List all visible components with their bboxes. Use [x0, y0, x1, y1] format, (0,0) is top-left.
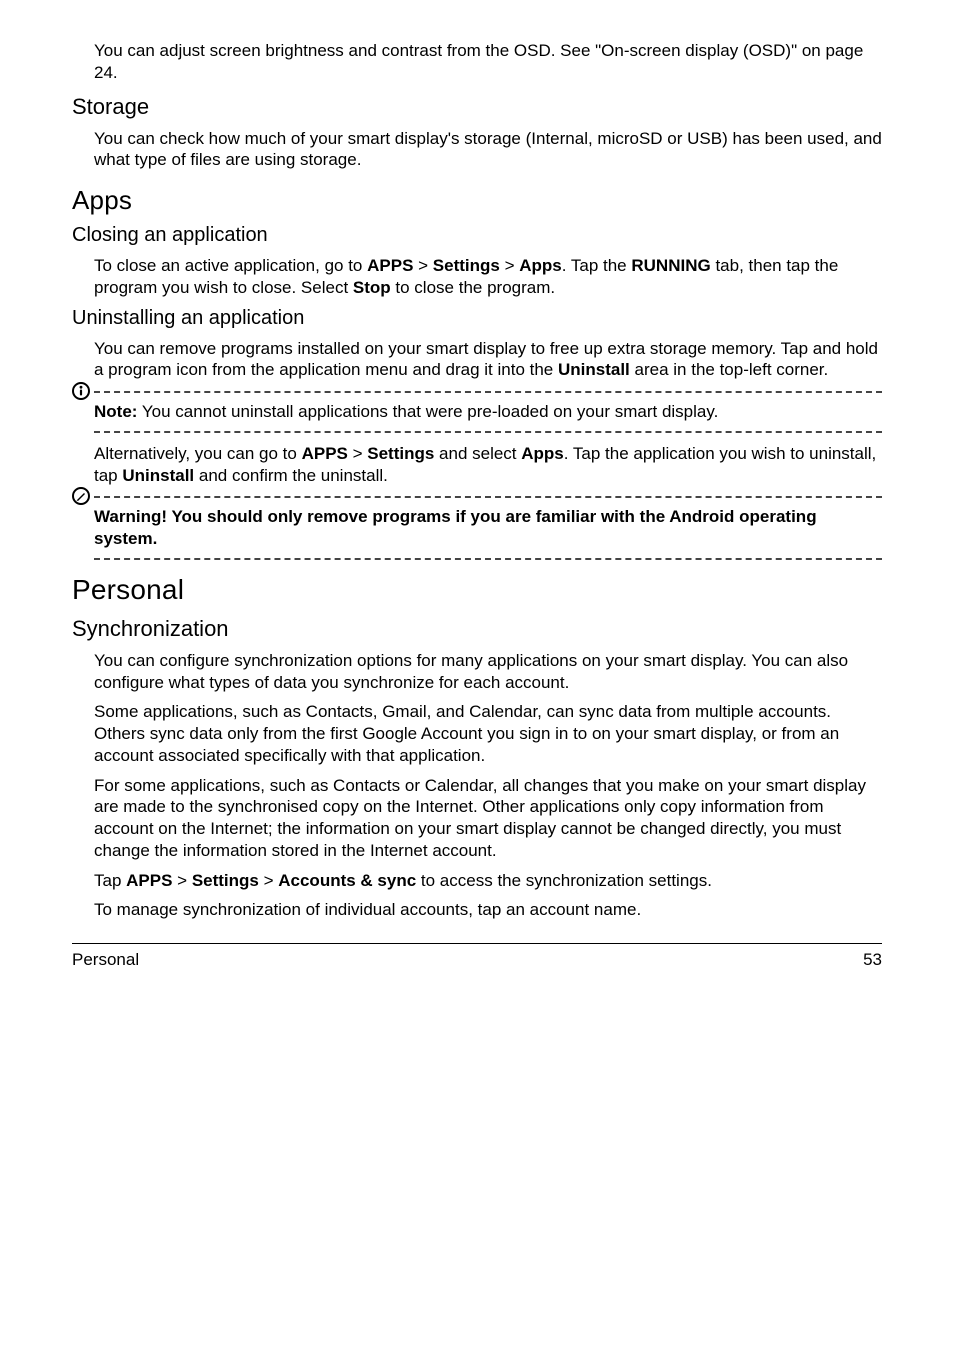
uninstall-paragraph2: Alternatively, you can go to APPS > Sett… [94, 443, 882, 487]
text-span: area in the top-left corner. [630, 360, 828, 379]
note-info-icon [72, 382, 90, 400]
bold-apps2: Apps [521, 444, 564, 463]
bold-running: RUNNING [631, 256, 710, 275]
closing-app-paragraph: To close an active application, go to AP… [94, 255, 882, 299]
bold-settings: Settings [367, 444, 434, 463]
storage-heading: Storage [72, 94, 882, 120]
storage-paragraph: You can check how much of your smart dis… [94, 128, 882, 172]
dashed-rule [94, 496, 882, 498]
text-span: and confirm the uninstall. [194, 466, 388, 485]
sync-p4: Tap APPS > Settings > Accounts & sync to… [94, 870, 882, 892]
dashed-rule [94, 558, 882, 560]
warning-callout: Warning! You should only remove programs… [72, 496, 882, 560]
bold-apps: APPS [126, 871, 172, 890]
text-span: . Tap the [562, 256, 632, 275]
dashed-rule [94, 391, 882, 393]
bold-warning: Warning! You should only remove programs… [94, 507, 817, 548]
bold-settings: Settings [433, 256, 500, 275]
bold-stop: Stop [353, 278, 391, 297]
text-span: > [413, 256, 432, 275]
warning-text: Warning! You should only remove programs… [72, 506, 882, 550]
bold-apps: APPS [367, 256, 413, 275]
bold-uninstall: Uninstall [558, 360, 630, 379]
sync-p5: To manage synchronization of individual … [94, 899, 882, 921]
text-span: > [500, 256, 519, 275]
sync-p3: For some applications, such as Contacts … [94, 775, 882, 862]
personal-heading: Personal [72, 574, 882, 606]
bold-uninstall2: Uninstall [122, 466, 194, 485]
footer-page-number: 53 [863, 950, 882, 970]
uninstall-heading: Uninstalling an application [72, 307, 882, 330]
uninstall-paragraph1: You can remove programs installed on you… [94, 338, 882, 382]
note-callout: Note: You cannot uninstall applications … [72, 391, 882, 433]
sync-p2: Some applications, such as Contacts, Gma… [94, 701, 882, 766]
bold-apps: APPS [302, 444, 348, 463]
text-span: Alternatively, you can go to [94, 444, 302, 463]
text-span: to access the synchronization settings. [416, 871, 712, 890]
dashed-rule [94, 431, 882, 433]
apps-heading: Apps [72, 185, 882, 216]
text-span: and select [434, 444, 521, 463]
footer-section: Personal [72, 950, 139, 970]
warning-pencil-icon [72, 487, 90, 505]
bold-accounts-sync: Accounts & sync [278, 871, 416, 890]
text-span: Tap [94, 871, 126, 890]
sync-p1: You can configure synchronization option… [94, 650, 882, 694]
note-text: Note: You cannot uninstall applications … [72, 401, 882, 423]
bold-apps2: Apps [519, 256, 562, 275]
text-span: > [348, 444, 367, 463]
footer: Personal 53 [72, 943, 882, 970]
text-span: You cannot uninstall applications that w… [137, 402, 718, 421]
text-span: To close an active application, go to [94, 256, 367, 275]
sync-heading: Synchronization [72, 616, 882, 642]
closing-app-heading: Closing an application [72, 224, 882, 247]
text-span: > [259, 871, 278, 890]
brightness-paragraph: You can adjust screen brightness and con… [94, 40, 882, 84]
text-span: > [172, 871, 191, 890]
bold-note-label: Note: [94, 402, 137, 421]
text-span: to close the program. [391, 278, 555, 297]
bold-settings: Settings [192, 871, 259, 890]
